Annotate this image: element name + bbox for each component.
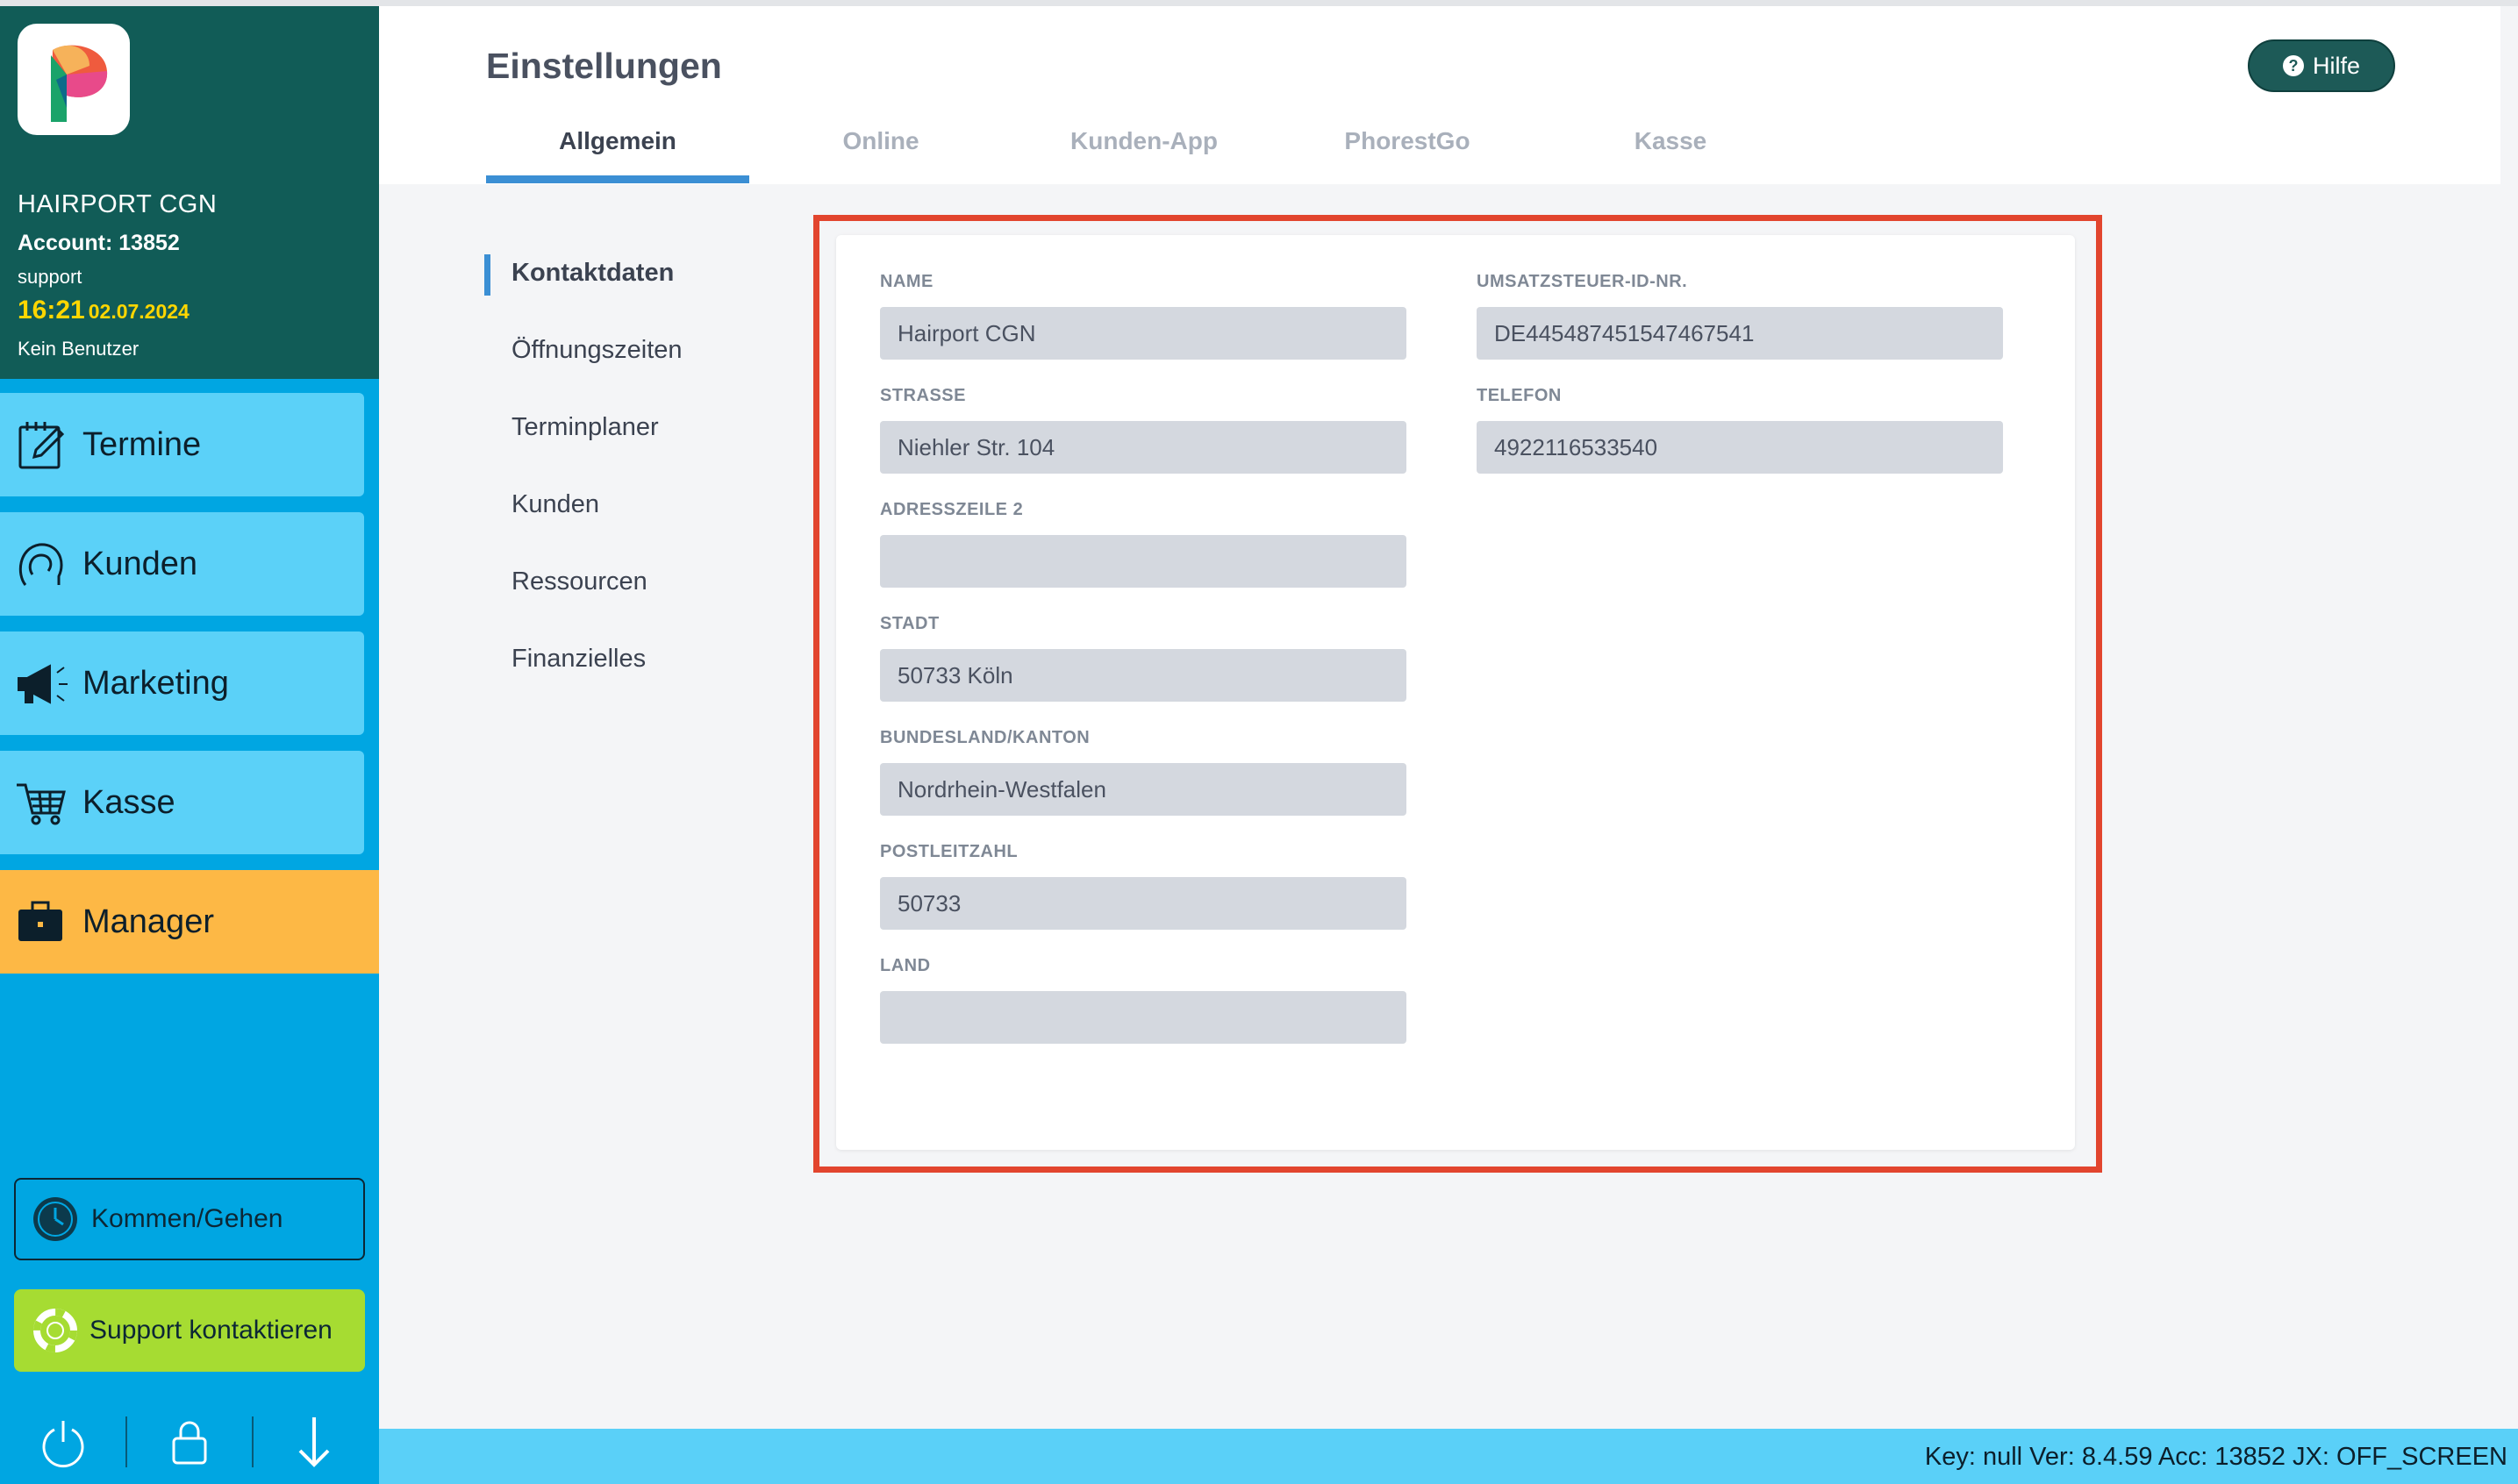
country-label: LAND xyxy=(880,956,931,975)
app-logo xyxy=(18,24,130,135)
tab-kunden-app[interactable]: Kunden-App xyxy=(1012,127,1276,180)
date-text: 02.07.2024 xyxy=(88,300,190,323)
subnav-finanzielles[interactable]: Finanzielles xyxy=(511,645,646,674)
city-label: STADT xyxy=(880,614,940,633)
help-button[interactable]: ? Hilfe xyxy=(2248,39,2395,92)
tab-allgemein[interactable]: Allgemein xyxy=(486,127,749,180)
lifebuoy-icon xyxy=(33,1309,77,1352)
street-label: STRASSE xyxy=(880,386,966,405)
current-staff-user: Kein Benutzer xyxy=(18,338,139,360)
footer-divider xyxy=(252,1416,254,1467)
power-icon[interactable] xyxy=(35,1414,91,1470)
subnav-ressourcen[interactable]: Ressourcen xyxy=(511,567,647,596)
country-input[interactable] xyxy=(880,991,1406,1044)
login-user: support xyxy=(18,266,82,288)
city-input[interactable] xyxy=(880,649,1406,702)
nav-kunden[interactable]: Kunden xyxy=(0,512,364,616)
app-window: HAIRPORT CGN Account: 13852 support 16:2… xyxy=(0,0,2518,1484)
address-line-2-input[interactable] xyxy=(880,535,1406,588)
street-input[interactable] xyxy=(880,421,1406,474)
account-number: Account: 13852 xyxy=(18,231,180,255)
footer-divider xyxy=(125,1416,127,1467)
time-text: 16:21 xyxy=(18,296,85,325)
support-button-label: Support kontaktieren xyxy=(89,1316,333,1345)
nav-kasse[interactable]: Kasse xyxy=(0,751,364,854)
question-icon: ? xyxy=(2282,55,2304,76)
nav-label: Manager xyxy=(82,903,214,940)
arrow-down-icon[interactable] xyxy=(286,1414,342,1470)
sidebar-footer xyxy=(0,1401,379,1484)
nav-marketing[interactable]: Marketing xyxy=(0,631,364,735)
status-text: Key: null Ver: 8.4.59 Acc: 13852 JX: OFF… xyxy=(1924,1443,2507,1471)
subnav-terminplaner[interactable]: Terminplaner xyxy=(511,413,659,442)
briefcase-icon xyxy=(0,870,82,974)
tab-kasse[interactable]: Kasse xyxy=(1539,127,1802,180)
tab-online[interactable]: Online xyxy=(749,127,1012,180)
vat-id-input[interactable] xyxy=(1477,307,2003,360)
clock-button-label: Kommen/Gehen xyxy=(91,1204,283,1233)
help-label: Hilfe xyxy=(2312,52,2360,79)
status-bar: Key: null Ver: 8.4.59 Acc: 13852 JX: OFF… xyxy=(379,1429,2518,1484)
nav-label: Termine xyxy=(82,425,202,463)
clock-in-out-button[interactable]: Kommen/Gehen xyxy=(14,1178,365,1260)
postal-code-input[interactable] xyxy=(880,877,1406,930)
page-title: Einstellungen xyxy=(486,46,722,86)
active-subnav-indicator xyxy=(484,254,490,296)
subnav-oeffnungszeiten[interactable]: Öffnungszeiten xyxy=(511,336,683,365)
subnav-kunden[interactable]: Kunden xyxy=(511,490,599,519)
page-header: Einstellungen ? Hilfe Allgemein Online K… xyxy=(379,6,2500,184)
active-tab-indicator xyxy=(486,175,749,183)
lock-icon[interactable] xyxy=(161,1414,218,1470)
name-label: NAME xyxy=(880,272,934,291)
name-input[interactable] xyxy=(880,307,1406,360)
current-time: 16:21 02.07.2024 xyxy=(18,296,190,325)
top-border xyxy=(0,0,2518,6)
postal-code-label: POSTLEITZAHL xyxy=(880,842,1019,861)
nav-label: Kasse xyxy=(82,783,175,821)
state-input[interactable] xyxy=(880,763,1406,816)
calendar-edit-icon xyxy=(0,393,82,496)
megaphone-icon xyxy=(0,631,82,735)
vat-id-label: UMSATZSTEUER-ID-NR. xyxy=(1477,272,1688,291)
salon-name: HAIRPORT CGN xyxy=(18,190,218,218)
nav-termine[interactable]: Termine xyxy=(0,393,364,496)
contact-support-button[interactable]: Support kontaktieren xyxy=(14,1289,365,1372)
sidebar-header: HAIRPORT CGN Account: 13852 support 16:2… xyxy=(0,6,379,379)
nav-label: Marketing xyxy=(82,664,229,702)
clock-icon xyxy=(33,1197,77,1241)
sidebar: HAIRPORT CGN Account: 13852 support 16:2… xyxy=(0,6,379,1484)
nav-label: Kunden xyxy=(82,545,198,582)
tab-phorestgo[interactable]: PhorestGo xyxy=(1276,127,1539,180)
state-label: BUNDESLAND/KANTON xyxy=(880,728,1091,747)
shopping-cart-icon xyxy=(0,751,82,854)
phone-input[interactable] xyxy=(1477,421,2003,474)
subnav-kontaktdaten[interactable]: Kontaktdaten xyxy=(511,259,674,288)
nav-manager[interactable]: Manager xyxy=(0,870,379,974)
customer-head-icon xyxy=(0,512,82,616)
address-line-2-label: ADRESSZEILE 2 xyxy=(880,500,1024,519)
phone-label: TELEFON xyxy=(1477,386,1562,405)
